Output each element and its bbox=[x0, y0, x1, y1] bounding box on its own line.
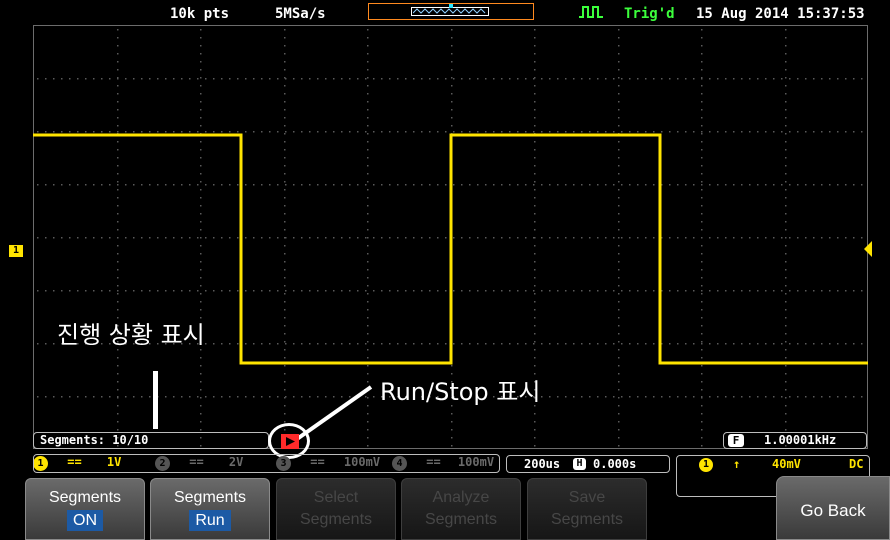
ch3-status[interactable]: 3 == 100mV bbox=[276, 455, 380, 473]
ch4-coupling: == bbox=[426, 455, 441, 469]
run-play-icon bbox=[281, 434, 299, 449]
ch3-scale: 100mV bbox=[343, 455, 381, 469]
timebase-scale: 200us bbox=[524, 457, 561, 471]
go-back-softkey[interactable]: Go Back bbox=[776, 476, 890, 540]
trigger-pulse-icon bbox=[579, 6, 603, 18]
trigger-level: 40mV bbox=[772, 457, 801, 471]
record-length: 10k pts bbox=[170, 6, 230, 22]
segments-run-softkey[interactable]: Segments Run bbox=[150, 478, 270, 540]
save-segments-softkey[interactable]: Save Segments bbox=[527, 478, 647, 540]
timebase-readout[interactable]: 200us H 0.000s bbox=[506, 455, 670, 473]
softkey-3-line1: Select bbox=[313, 489, 359, 506]
date-time: 15 Aug 2014 15:37:53 bbox=[696, 6, 865, 22]
frequency-badge: F bbox=[728, 434, 744, 447]
analyze-segments-softkey[interactable]: Analyze Segments bbox=[401, 478, 521, 540]
ch1-badge: 1 bbox=[33, 456, 48, 471]
ch2-badge: 2 bbox=[155, 456, 170, 471]
ch1-status[interactable]: 1 == 1V bbox=[33, 455, 121, 473]
ch1-coupling: == bbox=[67, 455, 82, 469]
segments-on-value: ON bbox=[67, 510, 103, 531]
frequency-readout: F 1.00001kHz bbox=[723, 432, 867, 449]
ch2-status[interactable]: 2 == 2V bbox=[155, 455, 243, 473]
softkey-4-line1: Analyze bbox=[432, 489, 490, 506]
trigger-status: Trig'd bbox=[624, 6, 675, 22]
segments-run-value: Run bbox=[189, 510, 231, 531]
trigger-source-badge: 1 bbox=[699, 458, 713, 472]
softkey-5-line2: Segments bbox=[550, 511, 624, 528]
ch2-coupling: == bbox=[189, 455, 204, 469]
ch2-scale: 2V bbox=[228, 455, 244, 469]
softkey-4-line2: Segments bbox=[424, 511, 498, 528]
softkey-3-line2: Segments bbox=[299, 511, 373, 528]
trigger-level-marker bbox=[864, 241, 872, 257]
select-segments-softkey[interactable]: Select Segments bbox=[276, 478, 396, 540]
go-back-label: Go Back bbox=[800, 501, 866, 520]
ch3-badge: 3 bbox=[276, 456, 291, 471]
run-indicator bbox=[268, 423, 310, 459]
horizontal-badge: H bbox=[573, 458, 586, 470]
memory-bar bbox=[368, 3, 534, 20]
frequency-value: 1.00001kHz bbox=[764, 433, 837, 447]
ch1-scale: 1V bbox=[106, 455, 122, 469]
ch4-status[interactable]: 4 == 100mV bbox=[392, 455, 494, 473]
segments-on-softkey[interactable]: Segments ON bbox=[25, 478, 145, 540]
ch1-position-marker: 1 bbox=[9, 245, 23, 257]
ch4-scale: 100mV bbox=[457, 455, 495, 469]
run-stop-annotation: Run/Stop 표시 bbox=[380, 378, 541, 406]
trigger-slope-icon: ↑ bbox=[733, 457, 741, 471]
trigger-coupling: DC bbox=[849, 457, 864, 471]
memory-waveform-thumbnail bbox=[413, 8, 486, 14]
softkey-1-label: Segments bbox=[48, 489, 122, 506]
sample-rate: 5MSa/s bbox=[275, 6, 326, 22]
memory-position-marker bbox=[449, 4, 453, 8]
oscilloscope-screen: 10k pts 5MSa/s Trig'd 15 Aug 2014 15:37:… bbox=[0, 0, 890, 540]
progress-annotation: 진행 상황 표시 bbox=[57, 321, 205, 349]
softkey-2-label: Segments bbox=[173, 489, 247, 506]
softkey-5-line1: Save bbox=[568, 489, 606, 506]
ch4-badge: 4 bbox=[392, 456, 407, 471]
ch3-coupling: == bbox=[310, 455, 325, 469]
segments-count: Segments: 10/10 bbox=[40, 433, 149, 447]
horizontal-position: 0.000s bbox=[593, 457, 637, 471]
progress-pointer-line bbox=[153, 371, 158, 429]
segments-status-box: Segments: 10/10 bbox=[33, 432, 269, 449]
